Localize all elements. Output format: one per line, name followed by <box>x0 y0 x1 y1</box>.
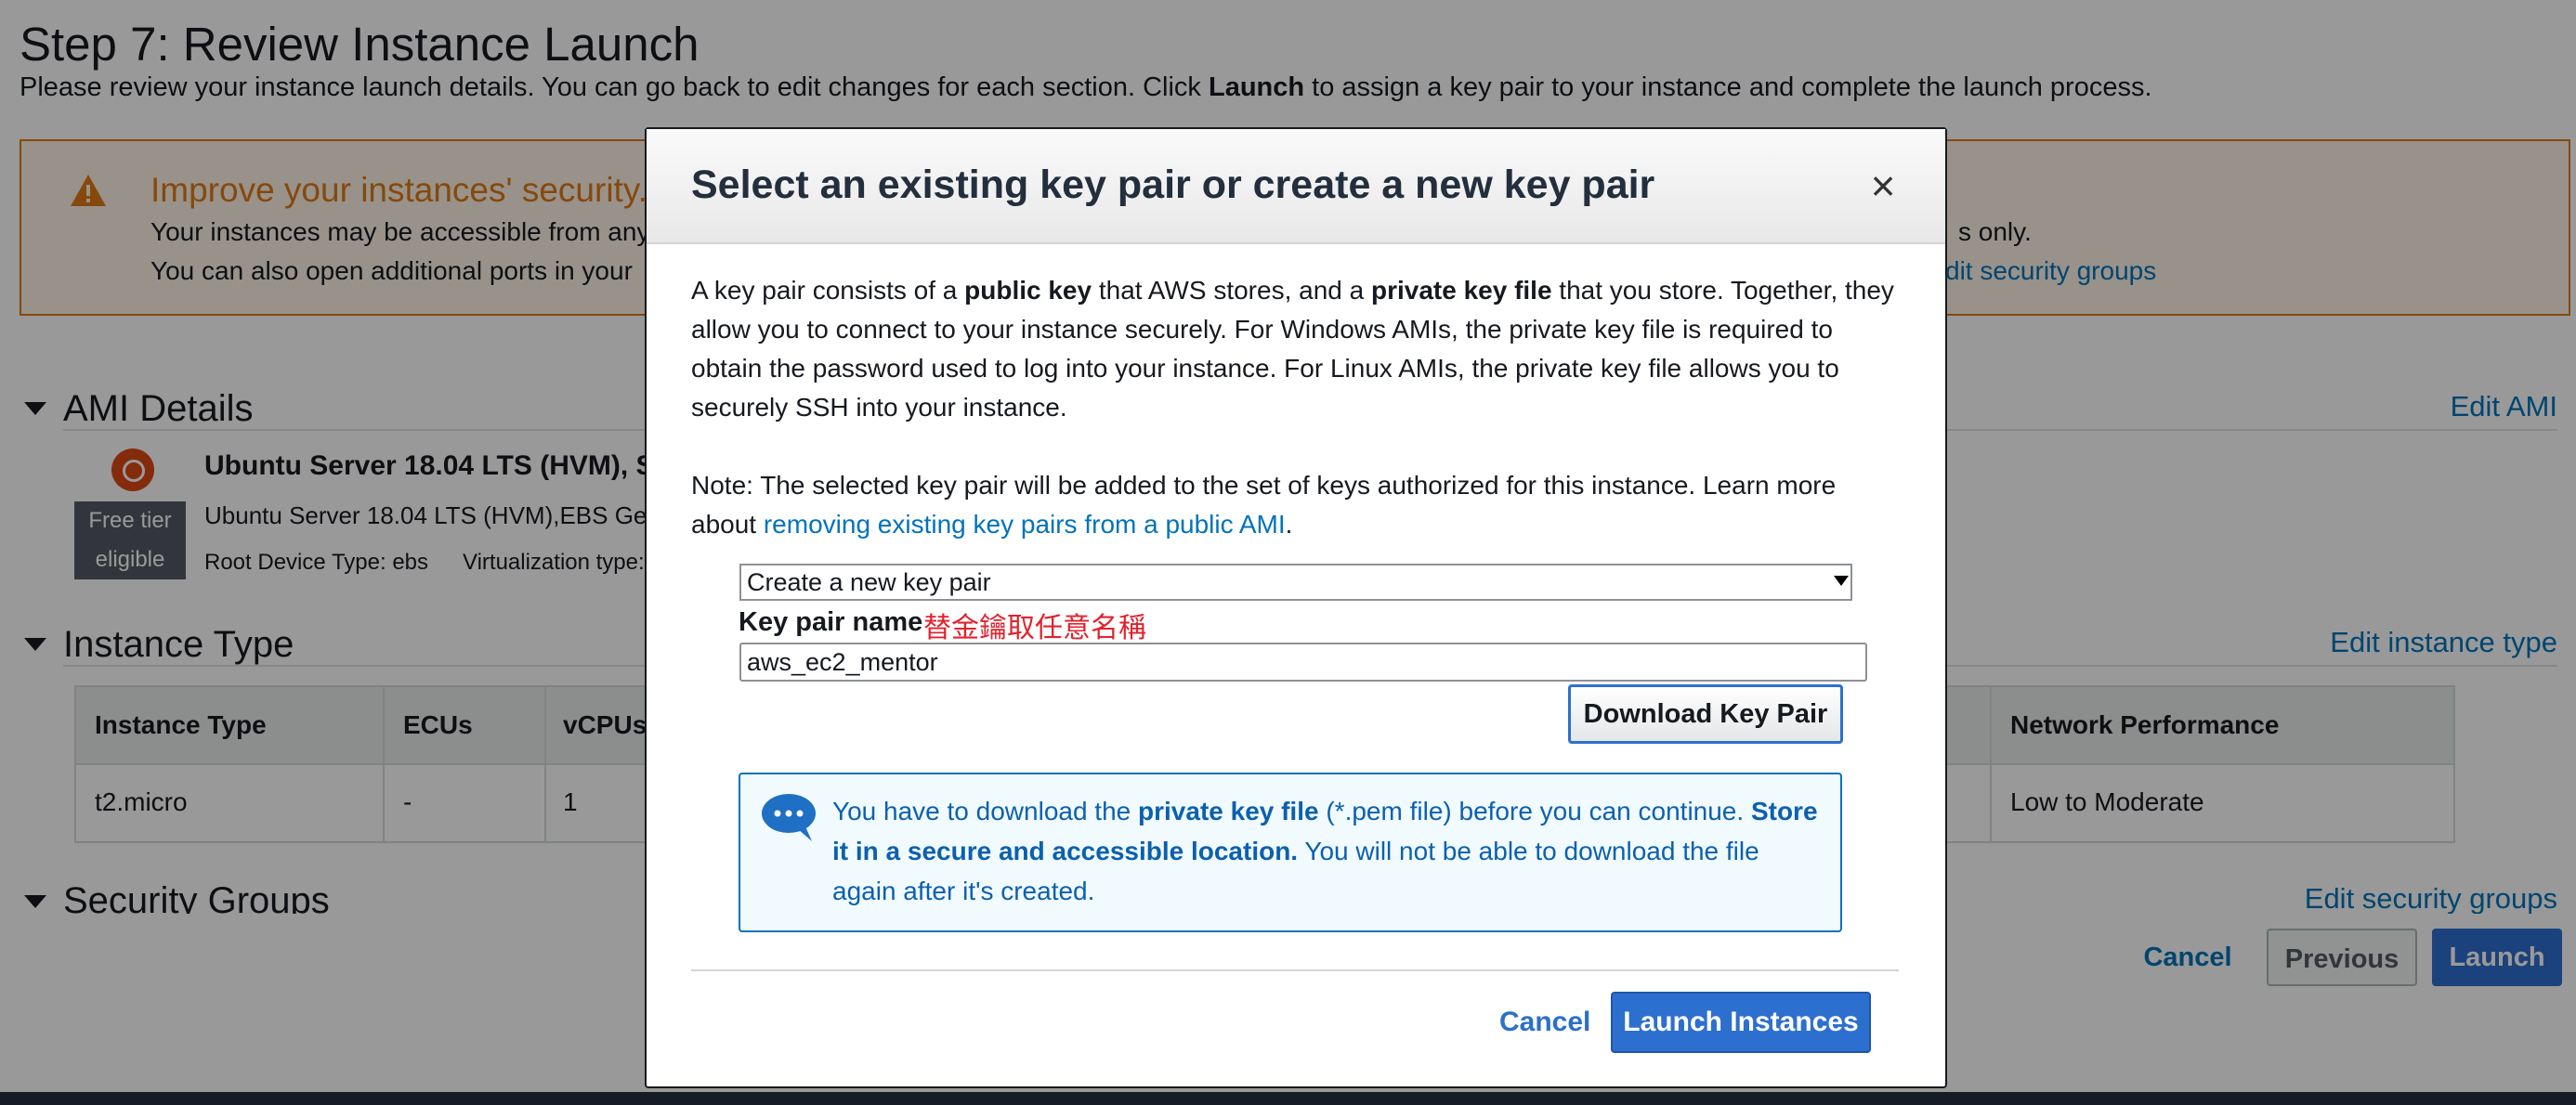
key-pair-explanation: A key pair consists of a public key that… <box>691 276 1894 422</box>
chat-bubble-icon <box>762 794 816 841</box>
key-pair-note: Note: The selected key pair will be adde… <box>691 471 1837 539</box>
key-pair-select[interactable]: Create a new key pair <box>739 564 1852 601</box>
download-info-text: You have to download the private key fil… <box>832 797 1818 905</box>
key-pair-name-label: Key pair name <box>739 607 923 637</box>
remove-key-pairs-link[interactable]: removing existing key pairs from a publi… <box>764 510 1286 539</box>
modal-title: Select an existing key pair or create a … <box>691 162 1655 207</box>
annotation-text: 替金鑰取任意名稱 <box>923 613 1146 644</box>
launch-instances-button[interactable]: Launch Instances <box>1611 992 1871 1053</box>
modal-cancel-button[interactable]: Cancel <box>1499 1007 1590 1038</box>
chevron-down-icon[interactable] <box>1834 576 1849 586</box>
close-icon[interactable]: × <box>1864 164 1902 207</box>
download-key-pair-button[interactable]: Download Key Pair <box>1568 684 1843 744</box>
modal-divider <box>691 969 1899 971</box>
key-pair-name-input[interactable]: aws_ec2_mentor <box>739 643 1867 682</box>
